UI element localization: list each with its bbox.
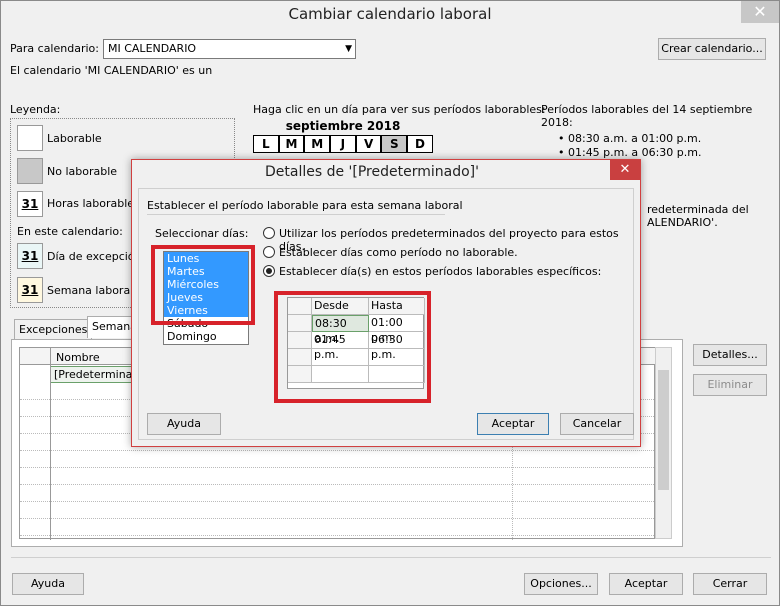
weekday-cell: S (381, 135, 408, 153)
table-row[interactable] (20, 519, 656, 536)
group-divider (147, 214, 445, 215)
window-title: Cambiar calendario laboral (288, 5, 492, 23)
day-item-domingo[interactable]: Domingo (164, 330, 248, 343)
tab-exceptions[interactable]: Excepciones (14, 319, 93, 341)
calendar-for-label: Para calendario: (10, 42, 99, 55)
group-label: Establecer el período laborable para est… (147, 199, 463, 212)
column-divider (50, 348, 51, 540)
period-item: • 08:30 a.m. a 01:00 p.m. (558, 132, 702, 145)
scrollbar-thumb[interactable] (658, 370, 669, 490)
select-days-label: Seleccionar días: (155, 227, 249, 240)
table-row[interactable] (20, 485, 656, 502)
accept-button[interactable]: Aceptar (609, 573, 683, 595)
chevron-down-icon: ▼ (345, 44, 352, 54)
periods-note-2: ALENDARIO'. (647, 216, 718, 229)
radio-use-default[interactable] (263, 227, 275, 239)
month-calendar: septiembre 2018 L M M J V S D (253, 119, 433, 153)
calendar-month: septiembre 2018 (285, 119, 401, 133)
close-button[interactable]: Cerrar (693, 573, 767, 595)
radio-nonworking[interactable] (263, 246, 275, 258)
weekday-cell: M (278, 135, 305, 153)
legend-exception-label: Día de excepció (47, 250, 135, 263)
footer-divider (11, 557, 771, 558)
calendar-select-value: MI CALENDARIO (108, 42, 197, 55)
calendar-instruction: Haga clic en un día para ver sus período… (253, 103, 546, 116)
details-button[interactable]: Detalles... (693, 344, 767, 366)
radio-specific-periods-label: Establecer día(s) en estos períodos labo… (279, 265, 602, 278)
legend-working-label: Laborable (47, 132, 102, 145)
weekday-header: L M M J V S D (253, 135, 433, 153)
periods-title: Períodos laborables del 14 septiembre 20… (541, 103, 753, 129)
dialog-title: Detalles de '[Predeterminado]' (265, 164, 479, 180)
legend-in-this-calendar: En este calendario: (17, 225, 123, 238)
highlight-box-days (151, 245, 255, 325)
help-button[interactable]: Ayuda (12, 573, 84, 595)
table-row[interactable] (20, 468, 656, 485)
calendar-31-icon: 31 (17, 277, 43, 303)
close-icon[interactable]: ✕ (610, 160, 640, 180)
title-bar: Cambiar calendario laboral ✕ (1, 1, 779, 29)
weekday-cell: L (253, 135, 279, 153)
row-name-cell: [Predeterminad (54, 368, 140, 381)
calendar-31-icon: 31 (17, 243, 43, 269)
dialog-accept-button[interactable]: Aceptar (477, 413, 549, 435)
delete-button[interactable]: Eliminar (693, 374, 767, 396)
table-row-selected[interactable]: [Predeterminad (50, 366, 139, 383)
radio-specific-periods[interactable] (263, 265, 275, 277)
weekday-cell: M (304, 135, 331, 153)
calendar-31-icon: 31 (17, 191, 43, 217)
weekday-cell: J (330, 135, 356, 153)
column-header-name: Nombre (56, 351, 100, 364)
calendar-select[interactable]: MI CALENDARIO ▼ (103, 39, 356, 59)
period-item: • 01:45 p.m. a 06:30 p.m. (558, 146, 702, 159)
window-close-button[interactable]: ✕ (741, 1, 779, 23)
table-scrollbar[interactable] (655, 347, 672, 539)
dialog-body: Establecer el período laborable para est… (138, 188, 634, 440)
weekday-cell: V (355, 135, 382, 153)
change-working-time-window: Cambiar calendario laboral ✕ Para calend… (0, 0, 780, 606)
table-row[interactable] (20, 451, 656, 468)
legend-title: Leyenda: (10, 103, 61, 116)
legend-nonworking-swatch (17, 158, 43, 184)
details-dialog: Detalles de '[Predeterminado]' ✕ Estable… (131, 159, 641, 447)
dialog-help-button[interactable]: Ayuda (147, 413, 221, 435)
radio-nonworking-label: Establecer días como período no laborabl… (279, 246, 518, 259)
legend-working-swatch (17, 125, 43, 151)
weekday-cell: D (407, 135, 433, 153)
legend-week-label: Semana laboral n (47, 284, 144, 297)
legend-nonworking-label: No laborable (47, 165, 118, 178)
periods-note-1: redeterminada del (647, 203, 749, 216)
create-calendar-button[interactable]: Crear calendario... (658, 38, 766, 60)
highlight-box-periods (274, 291, 431, 403)
table-row[interactable] (20, 502, 656, 519)
base-calendar-info: El calendario 'MI CALENDARIO' es un (10, 64, 213, 77)
options-button[interactable]: Opciones... (524, 573, 598, 595)
legend-edited-hours-label: Horas laborables (47, 197, 140, 210)
dialog-cancel-button[interactable]: Cancelar (560, 413, 634, 435)
